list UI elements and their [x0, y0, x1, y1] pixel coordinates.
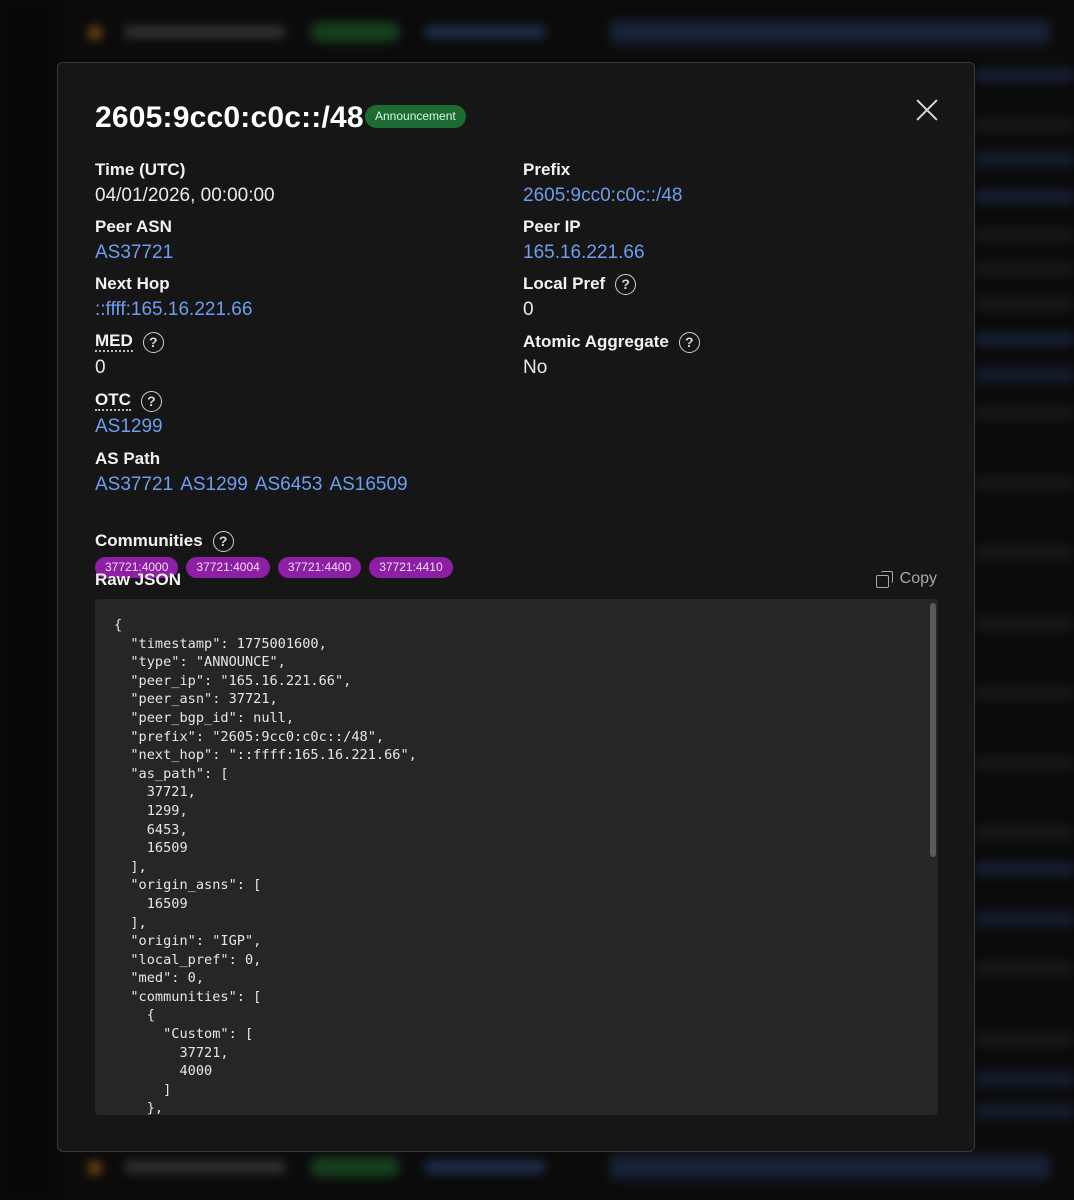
raw-json-viewer[interactable]: { "timestamp": 1775001600, "type": "ANNO…: [95, 599, 938, 1115]
peer-ip-link[interactable]: 165.16.221.66: [523, 240, 645, 266]
background-row: [70, 10, 1074, 56]
next-hop-label: Next Hop: [95, 274, 170, 293]
copy-button[interactable]: Copy: [875, 570, 937, 588]
atomic-aggregate-field: Atomic Aggregate ? No: [523, 331, 700, 381]
atomic-aggregate-value: No: [523, 357, 548, 378]
otc-label: OTC ?: [95, 390, 163, 412]
as-path-item[interactable]: AS6453: [255, 474, 323, 495]
peer-asn-label: Peer ASN: [95, 217, 172, 236]
copy-icon: [875, 571, 893, 588]
atomic-aggregate-label-text: Atomic Aggregate: [523, 332, 669, 351]
next-hop-field: Next Hop ::ffff:165.16.221.66: [95, 273, 252, 323]
peer-asn-link[interactable]: AS37721: [95, 240, 173, 266]
next-hop-link[interactable]: ::ffff:165.16.221.66: [95, 297, 252, 323]
time-field: Time (UTC) 04/01/2026, 00:00:00: [95, 159, 275, 209]
time-value: 04/01/2026, 00:00:00: [95, 185, 275, 206]
peer-ip-label: Peer IP: [523, 217, 581, 236]
local-pref-value: 0: [523, 299, 534, 320]
json-scrollbar[interactable]: [930, 603, 936, 857]
as-path-item[interactable]: AS16509: [329, 474, 407, 495]
local-pref-label: Local Pref ?: [523, 273, 637, 295]
as-path-field: AS Path AS37721 AS1299 AS6453 AS16509: [95, 448, 415, 498]
prefix-field: Prefix 2605:9cc0:c0c::/48: [523, 159, 683, 209]
med-field: MED ? 0: [95, 331, 164, 381]
as-path-list: AS37721 AS1299 AS6453 AS16509: [95, 472, 415, 498]
med-label-text: MED: [95, 331, 133, 352]
raw-json-text: { "timestamp": 1775001600, "type": "ANNO…: [114, 617, 417, 1115]
help-icon[interactable]: ?: [678, 331, 700, 353]
as-path-item[interactable]: AS37721: [95, 474, 173, 495]
otc-link[interactable]: AS1299: [95, 414, 163, 440]
route-detail-modal: 2605:9cc0:c0c::/48 Announcement Time (UT…: [57, 62, 975, 1152]
prefix-link[interactable]: 2605:9cc0:c0c::/48: [523, 183, 683, 209]
peer-ip-field: Peer IP 165.16.221.66: [523, 216, 645, 266]
communities-label: Communities ?: [95, 530, 453, 552]
med-value: 0: [95, 357, 106, 378]
as-path-label: AS Path: [95, 449, 161, 468]
modal-title: 2605:9cc0:c0c::/48: [95, 101, 364, 134]
local-pref-field: Local Pref ? 0: [523, 273, 637, 323]
prefix-label: Prefix: [523, 160, 571, 179]
peer-asn-field: Peer ASN AS37721: [95, 216, 173, 266]
as-path-item[interactable]: AS1299: [180, 474, 248, 495]
otc-field: OTC ? AS1299: [95, 390, 163, 440]
med-label: MED ?: [95, 331, 164, 353]
close-icon[interactable]: [916, 99, 938, 121]
help-icon[interactable]: ?: [615, 273, 637, 295]
otc-label-text: OTC: [95, 390, 131, 411]
community-chip[interactable]: 37721:4410: [369, 557, 453, 578]
time-label: Time (UTC): [95, 160, 186, 179]
community-chip[interactable]: 37721:4400: [277, 557, 362, 578]
help-icon[interactable]: ?: [140, 390, 162, 412]
background-sidebar: [0, 0, 55, 1200]
local-pref-label-text: Local Pref: [523, 274, 606, 293]
raw-json-label: Raw JSON: [95, 570, 181, 589]
copy-label: Copy: [899, 570, 937, 587]
help-icon[interactable]: ?: [212, 530, 234, 552]
announcement-badge: Announcement: [365, 105, 466, 128]
community-chip[interactable]: 37721:4004: [186, 557, 270, 578]
help-icon[interactable]: ?: [142, 331, 164, 353]
atomic-aggregate-label: Atomic Aggregate ?: [523, 331, 700, 353]
communities-label-text: Communities: [95, 531, 203, 550]
